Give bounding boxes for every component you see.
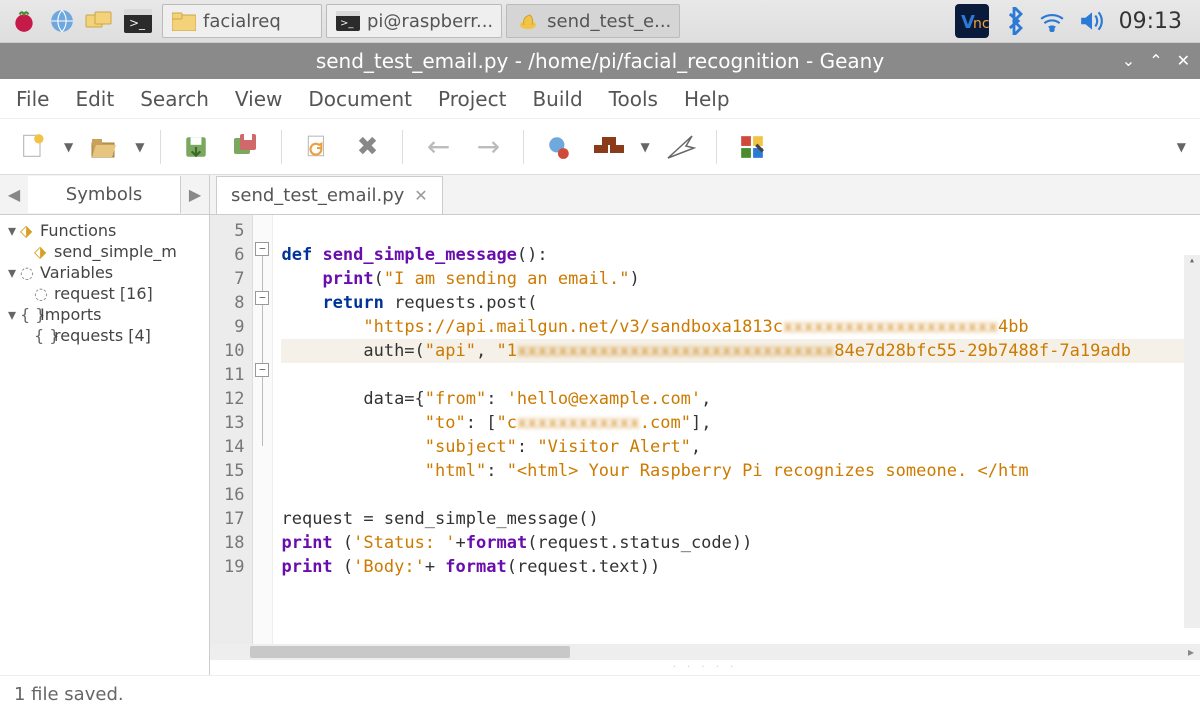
menu-edit[interactable]: Edit: [73, 83, 116, 115]
code-area[interactable]: 5678910111213141516171819 − − − def send…: [210, 215, 1200, 644]
maximize-icon[interactable]: ⌃: [1149, 51, 1162, 70]
line-gutter: 5678910111213141516171819: [210, 215, 253, 644]
svg-text:>_: >_: [129, 16, 146, 30]
import-icon: { }: [34, 326, 50, 345]
taskbar-item-facialreq[interactable]: facialreq: [162, 4, 322, 38]
fold-marker-icon[interactable]: −: [255, 291, 269, 305]
clock[interactable]: 09:13: [1119, 9, 1182, 34]
window-title: send_test_email.py - /home/pi/facial_rec…: [316, 49, 884, 73]
new-file-button[interactable]: [14, 128, 52, 166]
function-group-icon: ⬗: [20, 221, 36, 240]
open-file-button[interactable]: [85, 128, 123, 166]
tree-item[interactable]: ⬗send_simple_m: [34, 242, 201, 261]
menu-tools[interactable]: Tools: [607, 83, 660, 115]
file-tab[interactable]: send_test_email.py ✕: [216, 176, 443, 214]
compile-button[interactable]: [540, 128, 578, 166]
svg-text:>_: >_: [340, 18, 354, 29]
taskbar-item-geany[interactable]: send_test_e...: [506, 4, 680, 38]
close-button[interactable]: ✖: [348, 128, 386, 166]
sidebar-tab-symbols[interactable]: Symbols: [28, 176, 181, 213]
save-button[interactable]: [177, 128, 215, 166]
forward-button[interactable]: →: [469, 128, 507, 166]
taskbar-item-label: pi@raspberr...: [367, 11, 493, 32]
sidebar-next-icon[interactable]: ▶: [181, 185, 209, 204]
color-chooser-button[interactable]: [733, 128, 771, 166]
editor: send_test_email.py ✕ 5678910111213141516…: [210, 175, 1200, 675]
vertical-scrollbar[interactable]: ▴: [1184, 255, 1200, 628]
fold-gutter[interactable]: − − −: [253, 215, 273, 644]
sidebar: ◀ Symbols ▶ ▾⬗Functions ⬗send_simple_m ▾…: [0, 175, 210, 675]
import-group-icon: { }: [20, 305, 36, 324]
toolbar: ▼ ▼ ✖ ← → ▼ ▼: [0, 119, 1200, 175]
tree-item[interactable]: { }requests [4]: [34, 326, 201, 345]
tree-group-variables[interactable]: ▾◌Variables: [8, 263, 201, 282]
dropdown-icon[interactable]: ▼: [1177, 140, 1186, 154]
svg-text:nc: nc: [973, 16, 989, 32]
menu-help[interactable]: Help: [682, 83, 732, 115]
file-tab-label: send_test_email.py: [231, 185, 404, 206]
build-button[interactable]: [590, 128, 628, 166]
taskbar-item-label: facialreq: [203, 11, 281, 32]
menubar: File Edit Search View Document Project B…: [0, 79, 1200, 119]
volume-icon[interactable]: [1079, 10, 1105, 32]
vnc-icon[interactable]: Vnc: [955, 4, 989, 38]
menu-file[interactable]: File: [14, 83, 51, 115]
minimize-icon[interactable]: ⌄: [1122, 51, 1135, 70]
raspberry-icon[interactable]: [8, 5, 40, 37]
reload-button[interactable]: [298, 128, 336, 166]
back-button[interactable]: ←: [419, 128, 457, 166]
main-area: ◀ Symbols ▶ ▾⬗Functions ⬗send_simple_m ▾…: [0, 175, 1200, 675]
variable-group-icon: ◌: [20, 263, 36, 282]
horizontal-scrollbar[interactable]: ▸: [210, 644, 1200, 660]
system-tray: Vnc 09:13: [955, 4, 1192, 38]
files-icon[interactable]: [84, 5, 116, 37]
folder-icon: [171, 8, 197, 34]
lamp-icon: [515, 8, 541, 34]
sidebar-prev-icon[interactable]: ◀: [0, 185, 28, 204]
tree-item[interactable]: ◌request [16]: [34, 284, 201, 303]
dropdown-icon[interactable]: ▼: [64, 140, 73, 154]
bluetooth-icon[interactable]: [1003, 7, 1025, 35]
dropdown-icon[interactable]: ▼: [135, 140, 144, 154]
fold-marker-icon[interactable]: −: [255, 363, 269, 377]
tree-group-functions[interactable]: ▾⬗Functions: [8, 221, 201, 240]
wifi-icon[interactable]: [1039, 10, 1065, 32]
globe-icon[interactable]: [46, 5, 78, 37]
variable-icon: ◌: [34, 284, 50, 303]
taskbar-item-terminal[interactable]: >_ pi@raspberr...: [326, 4, 502, 38]
close-tab-icon[interactable]: ✕: [414, 186, 427, 205]
save-all-button[interactable]: [227, 128, 265, 166]
terminal-small-icon: >_: [335, 8, 361, 34]
menu-search[interactable]: Search: [138, 83, 211, 115]
fold-marker-icon[interactable]: −: [255, 242, 269, 256]
window-titlebar[interactable]: send_test_email.py - /home/pi/facial_rec…: [0, 43, 1200, 79]
run-button[interactable]: [662, 128, 700, 166]
status-bar: 1 file saved.: [0, 675, 1200, 713]
menu-project[interactable]: Project: [436, 83, 508, 115]
close-icon[interactable]: ✕: [1177, 51, 1190, 70]
taskbar-item-label: send_test_e...: [547, 11, 671, 32]
taskbar: >_ facialreq >_ pi@raspberr... send_test…: [0, 0, 1200, 43]
terminal-icon[interactable]: >_: [122, 5, 154, 37]
menu-document[interactable]: Document: [306, 83, 414, 115]
symbols-tree: ▾⬗Functions ⬗send_simple_m ▾◌Variables ◌…: [0, 215, 209, 353]
dropdown-icon[interactable]: ▼: [640, 140, 649, 154]
pane-resize-handle[interactable]: · · · · ·: [210, 660, 1200, 675]
code-text[interactable]: def send_simple_message(): print("I am s…: [273, 215, 1200, 644]
menu-view[interactable]: View: [233, 83, 284, 115]
tree-group-imports[interactable]: ▾{ }Imports: [8, 305, 201, 324]
function-icon: ⬗: [34, 242, 50, 261]
status-text: 1 file saved.: [14, 684, 124, 705]
menu-build[interactable]: Build: [530, 83, 584, 115]
